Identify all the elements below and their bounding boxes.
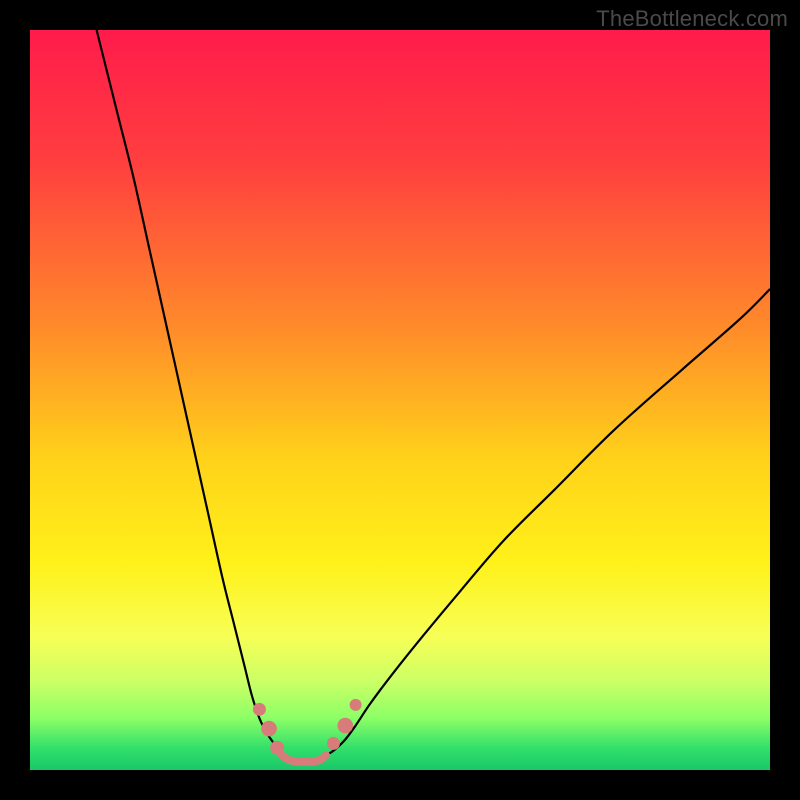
marker-left-bead-2: [261, 721, 277, 737]
series-left-branch: [97, 30, 282, 755]
watermark-text: TheBottleneck.com: [596, 6, 788, 32]
marker-right-bead-3: [350, 699, 362, 711]
marker-right-bead-2: [337, 718, 353, 734]
series-right-branch: [326, 289, 770, 755]
marker-left-bead-1: [253, 703, 266, 716]
series-valley-connector: [282, 755, 326, 762]
outer-frame: TheBottleneck.com: [0, 0, 800, 800]
marker-left-bead-3: [270, 741, 284, 755]
marker-right-bead-1: [327, 737, 340, 750]
plot-area: [30, 30, 770, 770]
chart-curves: [30, 30, 770, 770]
